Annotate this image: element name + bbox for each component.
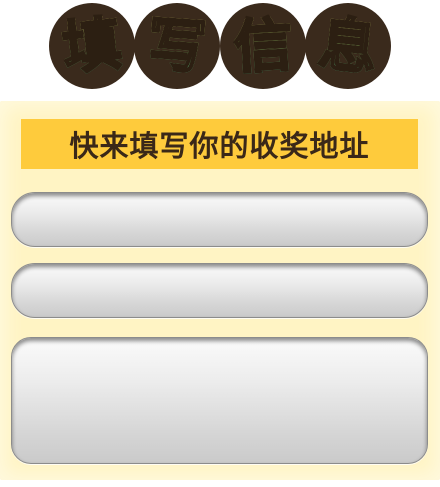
title-badge: 写 xyxy=(134,3,220,89)
title-badge: 信 xyxy=(220,3,306,89)
title-char: 填 xyxy=(58,8,125,84)
title-badge: 息 xyxy=(305,3,391,89)
form-header: 快来填写你的收奖地址 xyxy=(21,119,418,169)
page-title: 填 写 信 息 xyxy=(49,0,391,92)
form-panel: 快来填写你的收奖地址 xyxy=(0,101,440,480)
title-char: 息 xyxy=(314,8,381,84)
title-char: 写 xyxy=(144,9,209,83)
form-header-text: 快来填写你的收奖地址 xyxy=(69,129,370,163)
title-badge: 填 xyxy=(49,3,135,89)
phone-input[interactable] xyxy=(11,263,428,318)
address-input[interactable] xyxy=(11,337,428,464)
title-char: 信 xyxy=(231,9,295,82)
name-input[interactable] xyxy=(11,192,428,247)
